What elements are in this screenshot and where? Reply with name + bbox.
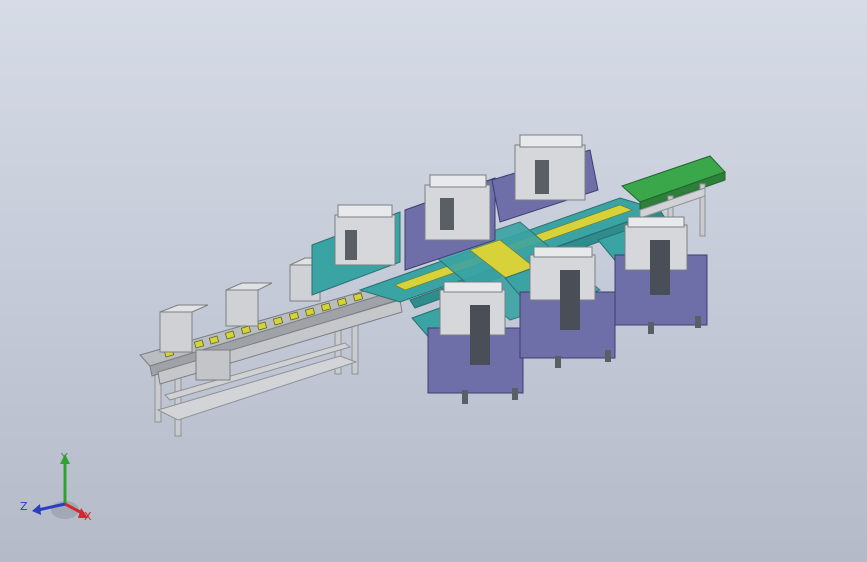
- x-axis-label: X: [84, 510, 92, 523]
- coordinate-triad: Y Z X: [18, 448, 108, 528]
- y-axis-label: Y: [61, 451, 68, 464]
- z-axis-label: Z: [20, 500, 28, 513]
- station-back-3: [491, 134, 599, 223]
- assembly-model[interactable]: [0, 0, 867, 562]
- cad-viewport[interactable]: Y Z X: [0, 0, 867, 562]
- infeed-conveyor: [139, 257, 403, 437]
